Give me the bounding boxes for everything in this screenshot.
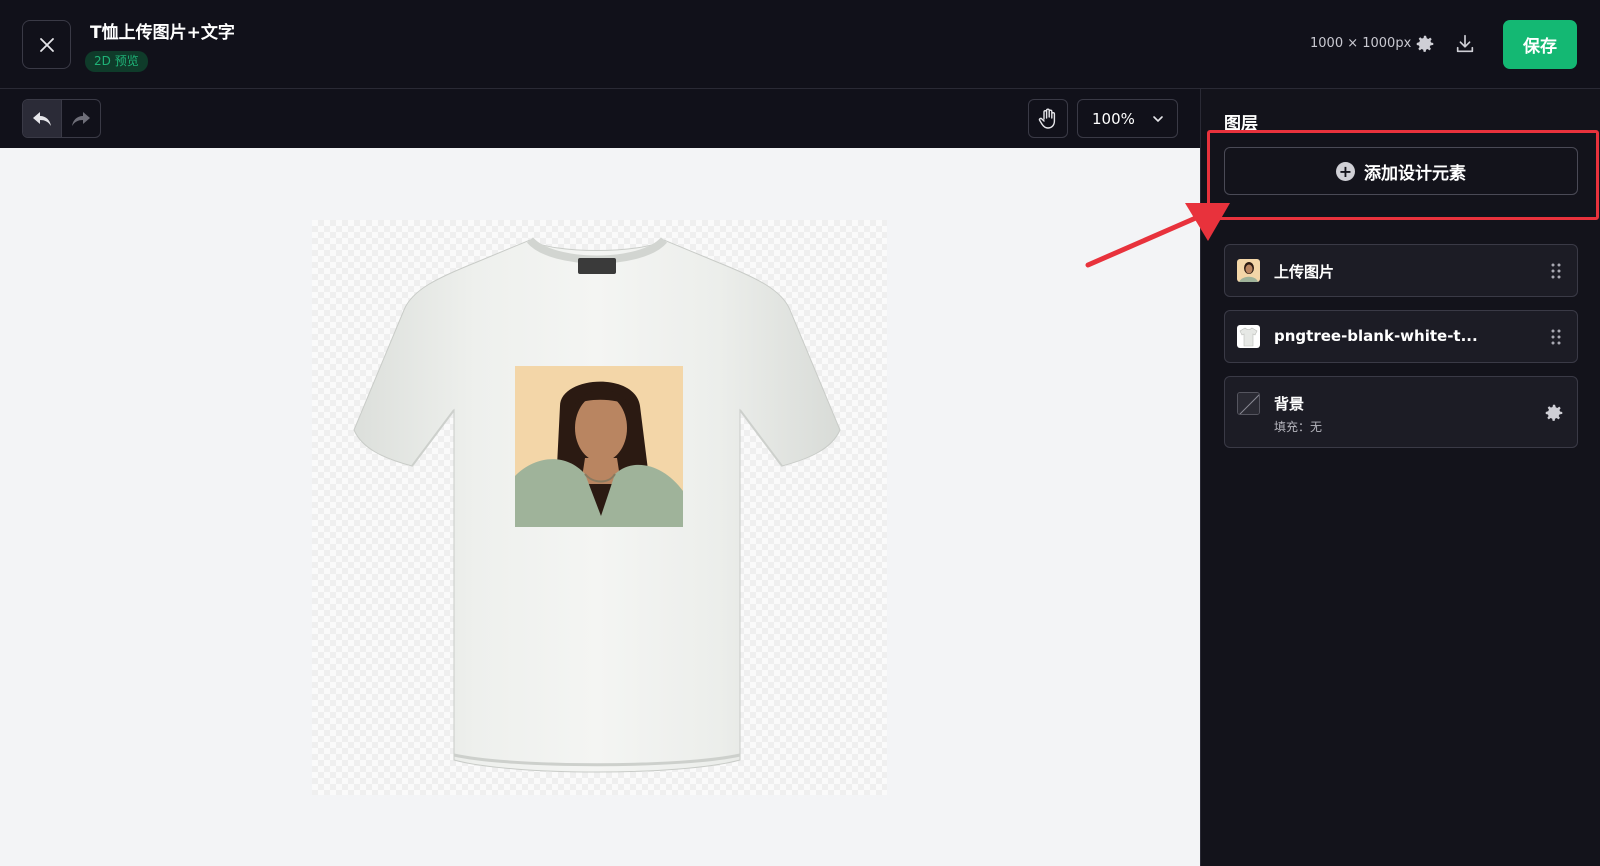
page-title: T恤上传图片+文字: [90, 23, 235, 43]
drag-handle-icon[interactable]: [1551, 263, 1561, 279]
photo-thumbnail-icon: [1237, 259, 1260, 282]
plus-circle-icon: +: [1336, 161, 1355, 181]
layer-item-tshirt[interactable]: pngtree-blank-white-t...: [1224, 310, 1578, 363]
zoom-select[interactable]: 100%: [1077, 99, 1178, 138]
empty-fill-swatch-icon: [1237, 392, 1260, 415]
close-button[interactable]: [22, 20, 71, 69]
layer-item-upload-image[interactable]: 上传图片: [1224, 244, 1578, 297]
preview-badge: 2D 预览: [85, 51, 148, 72]
zoom-value: 100%: [1092, 109, 1135, 128]
drag-handle-icon[interactable]: [1551, 329, 1561, 345]
hand-icon: [1038, 108, 1056, 129]
layer-settings-gear-icon[interactable]: [1543, 402, 1565, 424]
chevron-down-icon: [1153, 116, 1163, 123]
uploaded-photo[interactable]: [515, 366, 683, 527]
save-button[interactable]: 保存: [1503, 20, 1577, 69]
canvas-toolbar: 100%: [0, 89, 1200, 148]
pan-tool-button[interactable]: [1028, 99, 1068, 138]
close-icon: [39, 37, 54, 52]
redo-icon: [71, 111, 90, 126]
tshirt-thumbnail-icon: [1237, 325, 1260, 348]
add-design-element-label: 添加设计元素: [1364, 163, 1466, 184]
canvas-dimensions: 1000 × 1000px: [1310, 36, 1412, 51]
portrait-image: [515, 366, 683, 527]
download-icon[interactable]: [1454, 33, 1476, 55]
header: T恤上传图片+文字 2D 预览 1000 × 1000px 保存: [0, 0, 1600, 89]
redo-button[interactable]: [62, 100, 101, 137]
layer-item-background[interactable]: 背景 填充：无: [1224, 376, 1578, 448]
history-controls: [22, 99, 101, 138]
layer-name: pngtree-blank-white-t...: [1274, 327, 1478, 345]
layers-panel: 图层 + 添加设计元素 上传图片 pngtree-blank-white-t..…: [1200, 89, 1600, 866]
layer-name: 背景: [1274, 395, 1305, 413]
settings-gear-icon[interactable]: [1414, 33, 1436, 55]
layer-name: 上传图片: [1274, 263, 1335, 281]
layer-fill-status: 填充：无: [1274, 420, 1323, 434]
undo-icon: [32, 111, 51, 126]
undo-button[interactable]: [23, 100, 62, 137]
add-design-element-button[interactable]: + 添加设计元素: [1224, 147, 1578, 195]
design-canvas[interactable]: [0, 148, 1200, 866]
artboard[interactable]: [312, 220, 887, 795]
